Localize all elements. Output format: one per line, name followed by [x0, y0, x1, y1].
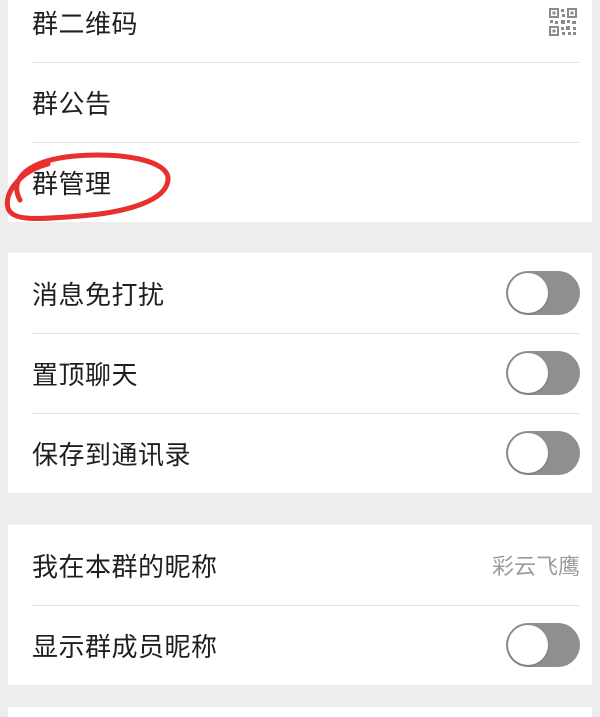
- pin-chat-row: 置顶聊天: [8, 333, 592, 413]
- group-announcement-label: 群公告: [32, 89, 112, 120]
- show-member-nicknames-row: 显示群成员昵称: [8, 605, 592, 685]
- mute-notifications-toggle[interactable]: [506, 271, 580, 315]
- toggle-knob: [508, 273, 548, 313]
- group-qr-code-row[interactable]: 群二维码: [8, 0, 592, 62]
- show-member-nicknames-label: 显示群成员昵称: [32, 632, 218, 663]
- pin-chat-label: 置顶聊天: [32, 360, 139, 391]
- save-to-contacts-label: 保存到通讯录: [32, 440, 192, 471]
- my-nickname-row[interactable]: 我在本群的昵称 彩云飞鹰: [8, 525, 592, 605]
- save-to-contacts-toggle[interactable]: [506, 431, 580, 475]
- mute-notifications-label: 消息免打扰: [32, 280, 165, 311]
- show-member-nicknames-toggle[interactable]: [506, 623, 580, 667]
- mute-notifications-row: 消息免打扰: [8, 253, 592, 333]
- toggle-knob: [508, 353, 548, 393]
- qr-code-icon: [548, 7, 578, 37]
- my-nickname-label: 我在本群的昵称: [32, 552, 218, 583]
- group-qr-code-label: 群二维码: [32, 9, 139, 40]
- group-announcement-row[interactable]: 群公告: [8, 62, 592, 142]
- pin-chat-toggle[interactable]: [506, 351, 580, 395]
- save-to-contacts-row: 保存到通讯录: [8, 413, 592, 493]
- chat-settings-section: 消息免打扰 置顶聊天 保存到通讯录: [8, 253, 592, 493]
- group-chat-settings-screen: 群二维码 群公告 群管理 消息免打扰 置顶聊天 保存到通讯录 我在本群的昵称 彩…: [0, 0, 600, 717]
- group-management-row[interactable]: 群管理: [8, 142, 592, 222]
- nickname-section: 我在本群的昵称 彩云飞鹰 显示群成员昵称: [8, 525, 592, 685]
- group-info-section: 群二维码 群公告 群管理: [8, 0, 592, 222]
- my-nickname-value: 彩云飞鹰: [491, 555, 580, 580]
- toggle-knob: [508, 433, 548, 473]
- group-management-label: 群管理: [32, 169, 112, 200]
- toggle-knob: [508, 625, 548, 665]
- next-section-edge: [8, 707, 592, 717]
